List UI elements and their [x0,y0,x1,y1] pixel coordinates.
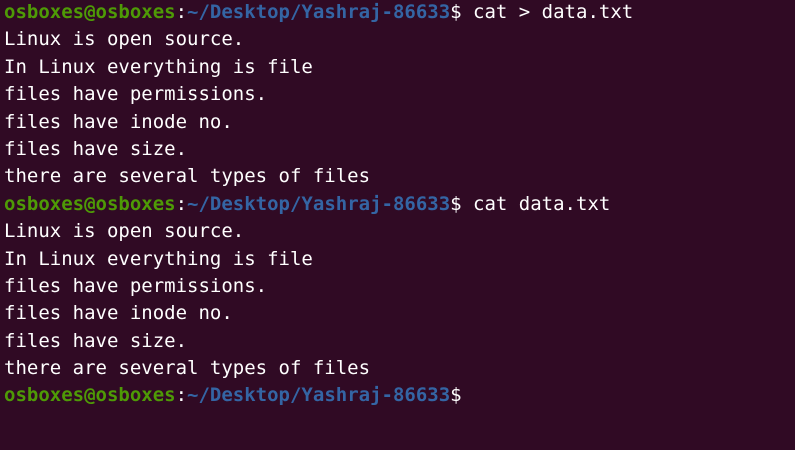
output-line: files have permissions. [4,274,268,297]
prompt-path: ~/Desktop/Yashraj-86633 [187,192,451,215]
prompt-dollar: $ [450,1,462,23]
output-line: files have permissions. [4,83,268,106]
prompt-path: ~/Desktop/Yashraj-86633 [187,1,451,23]
prompt-line: osboxes@osboxes:~/Desktop/Yashraj-86633$… [4,0,795,26]
output-line: In Linux everything is file [4,55,313,78]
output-line: In Linux everything is file [4,247,313,270]
command-text: cat > data.txt [461,1,634,23]
output-line: files have inode no. [4,302,233,325]
output-line: files have size. [4,137,188,160]
output-line: there are several types of files [4,165,371,188]
prompt-path: ~/Desktop/Yashraj-86633 [187,384,451,407]
output-line: there are several types of files [4,357,371,380]
output-line: Linux is open source. [4,220,245,243]
output-line: files have inode no. [4,110,233,133]
prompt-dollar: $ [450,384,462,407]
prompt-user-host: osboxes@osboxes [4,384,176,407]
prompt-user-host: osboxes@osboxes [4,1,176,23]
output-line: files have size. [4,329,188,352]
prompt-colon: : [175,1,188,23]
output-line: Linux is open source. [4,28,245,51]
command-text: cat data.txt [461,192,611,215]
prompt-dollar: $ [450,192,462,215]
prompt-colon: : [175,192,188,215]
prompt-line-current[interactable]: osboxes@osboxes:~/Desktop/Yashraj-86633$ [4,382,795,409]
terminal-window[interactable]: osboxes@osboxes:~/Desktop/Yashraj-86633$… [0,0,795,449]
prompt-colon: : [175,384,188,407]
prompt-line: osboxes@osboxes:~/Desktop/Yashraj-86633$… [4,191,795,218]
prompt-user-host: osboxes@osboxes [4,192,176,215]
